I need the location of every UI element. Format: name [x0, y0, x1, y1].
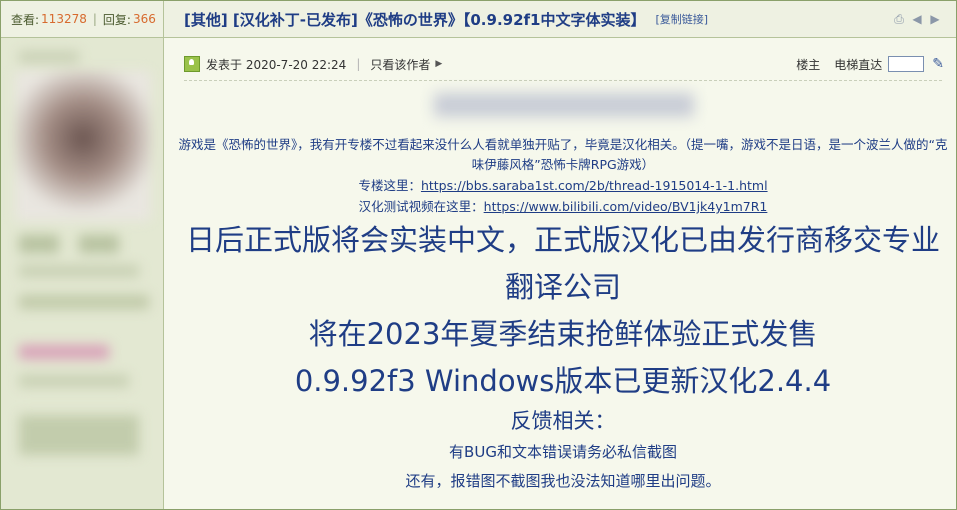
avatar[interactable] [15, 71, 151, 221]
video-link[interactable]: https://www.bilibili.com/video/BV1jk4y1m… [484, 199, 768, 214]
forum-post-frame: 查看: 113278 | 回复: 366 [其他] [汉化补丁-已发布]《恐怖の… [0, 0, 957, 510]
meta-divider [184, 80, 942, 81]
video-link-label: 汉化测试视频在这里： [358, 199, 484, 214]
online-status-icon [184, 56, 200, 72]
only-author-link[interactable]: 只看该作者 [370, 56, 430, 73]
feedback-line-2: 还有，报错图不截图我也没法知道哪里出问题。 [405, 472, 721, 490]
replies-count: 366 [132, 12, 156, 26]
title-toolbar: ⎙ ◀ ▶ [892, 12, 942, 26]
thread-link[interactable]: https://bbs.saraba1st.com/2b/thread-1915… [421, 178, 768, 193]
replies-label: 回复: [102, 12, 131, 27]
floor-label: 楼主 [796, 57, 821, 72]
thread-title-bar: [其他] [汉化补丁-已发布]《恐怖の世界》【0.9.92f1中文字体实装】 [… [164, 1, 956, 38]
blurred-text [434, 93, 694, 117]
feedback-heading: 反馈相关： [510, 409, 616, 433]
post-content: 游戏是《恐怖的世界》，我有开专楼不过看起来没什么人看就单独开贴了，毕竟是汉化相关… [178, 135, 948, 496]
stats-separator: | [92, 12, 97, 26]
feedback-line-1: 有BUG和文本错误请务必私信截图 [449, 443, 677, 461]
thread-title[interactable]: [其他] [汉化补丁-已发布]《恐怖の世界》【0.9.92f1中文字体实装】 [184, 9, 645, 30]
announcement-official-release: 日后正式版将会实装中文，正式版汉化已由发行商移交专业翻译公司 [185, 223, 940, 304]
announcement-release-date: 将在2023年夏季结束抢鲜体验正式发售 [308, 317, 818, 351]
prev-thread-icon[interactable]: ◀ [910, 12, 924, 26]
views-count: 113278 [41, 12, 87, 26]
post-meta: 发表于 2020-7-20 22:24 | 只看该作者 ▶ 楼主 电梯直达 ✎ [184, 54, 944, 74]
floor-jump-input[interactable] [888, 56, 925, 72]
next-thread-icon[interactable]: ▶ [928, 12, 942, 26]
post-main: [其他] [汉化补丁-已发布]《恐怖の世界》【0.9.92f1中文字体实装】 [… [164, 1, 956, 509]
elevator-label: 电梯直达 [834, 57, 883, 72]
pen-icon[interactable]: ✎ [932, 56, 944, 72]
announcement-version: 0.9.92f3 Windows版本已更新汉化2.4.4 [294, 364, 832, 398]
post-meta-right: 楼主 电梯直达 ✎ [796, 56, 944, 73]
blurred-author-profile [9, 45, 157, 495]
copy-link-button[interactable]: [复制链接] [655, 11, 708, 27]
triangle-right-icon: ▶ [435, 59, 443, 69]
views-label: 查看: [11, 12, 40, 27]
print-icon[interactable]: ⎙ [892, 12, 906, 26]
thread-link-line: 专楼这里：https://bbs.saraba1st.com/2b/thread… [178, 175, 948, 196]
post-timestamp: 发表于 2020-7-20 22:24 [206, 57, 347, 72]
intro-paragraph: 游戏是《恐怖的世界》，我有开专楼不过看起来没什么人看就单独开贴了，毕竟是汉化相关… [178, 137, 948, 172]
video-link-line: 汉化测试视频在这里：https://www.bilibili.com/video… [178, 196, 948, 217]
thread-link-label: 专楼这里： [358, 178, 421, 193]
author-sidebar: 查看: 113278 | 回复: 366 [1, 1, 164, 509]
thread-stats: 查看: 113278 | 回复: 366 [1, 1, 163, 38]
meta-separator: | [356, 57, 361, 71]
